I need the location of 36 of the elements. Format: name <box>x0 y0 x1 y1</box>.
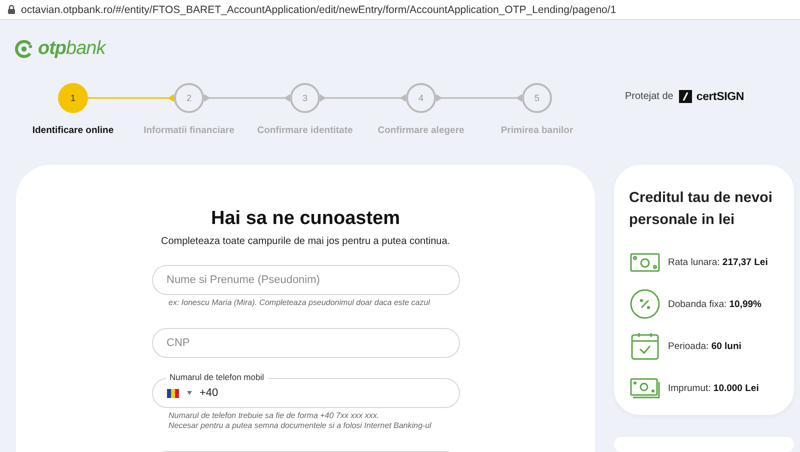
phone-value: +40 <box>200 387 218 399</box>
logo-icon <box>15 40 33 58</box>
cert-logo-icon <box>679 90 692 103</box>
banknotes-icon <box>630 378 660 398</box>
step-circle: 4 <box>406 83 436 113</box>
summary-item: Dobanda fixa: 10,99% <box>668 298 762 310</box>
brand-logo: otpbank <box>38 38 106 60</box>
form-subtitle: Completeaza toate campurile de mai jos pentru a putea continua. <box>160 236 450 247</box>
input-field[interactable]: Nume si Prenume (Pseudonim) <box>152 265 460 295</box>
summary-title: Creditul tau de nevoi personale in lei <box>629 189 774 230</box>
calendar-icon <box>630 332 658 360</box>
summary-item: Rata lunara: 217,37 Lei <box>668 256 768 268</box>
cert-logo-text: certSIGN <box>696 90 744 102</box>
step-label: Informatii financiare <box>144 125 234 136</box>
step-label: Primirea banilor <box>500 125 574 136</box>
step-label: Identificare online <box>32 125 114 136</box>
summary-item: Perioada: 60 luni <box>668 340 742 352</box>
percent-icon <box>630 289 660 319</box>
lock-icon <box>8 5 15 14</box>
field-label: Numarul de telefon mobil <box>166 372 268 382</box>
step-circle: 2 <box>174 83 204 113</box>
form-title: Hai sa ne cunoastem <box>210 208 400 230</box>
step-circle: 5 <box>522 83 552 113</box>
field-hint: ex: Ionescu Maria (Mira). Completeaza pseudonimul doar daca este cazul <box>168 298 431 308</box>
input-field[interactable]: CNP <box>152 328 460 358</box>
flag-icon <box>166 388 178 398</box>
step-label: Confirmare identitate <box>257 125 353 136</box>
field-hint: Numarul de telefon trebuie sa fie de forma +40 7xx xxx xxx. <box>168 411 380 421</box>
field-hint: Necesar pentru a putea semna documentele si a folosi Internet Banking-ul <box>168 421 432 431</box>
caret-icon[interactable] <box>186 391 192 395</box>
step-circle: 3 <box>290 83 320 113</box>
step-circle: 1 <box>58 83 88 113</box>
summary-item: Imprumut: 10.000 Lei <box>668 382 759 394</box>
protected-by-text: Protejat de <box>625 91 674 102</box>
step-label: Confirmare alegere <box>378 125 464 136</box>
banknote-icon <box>630 252 660 272</box>
